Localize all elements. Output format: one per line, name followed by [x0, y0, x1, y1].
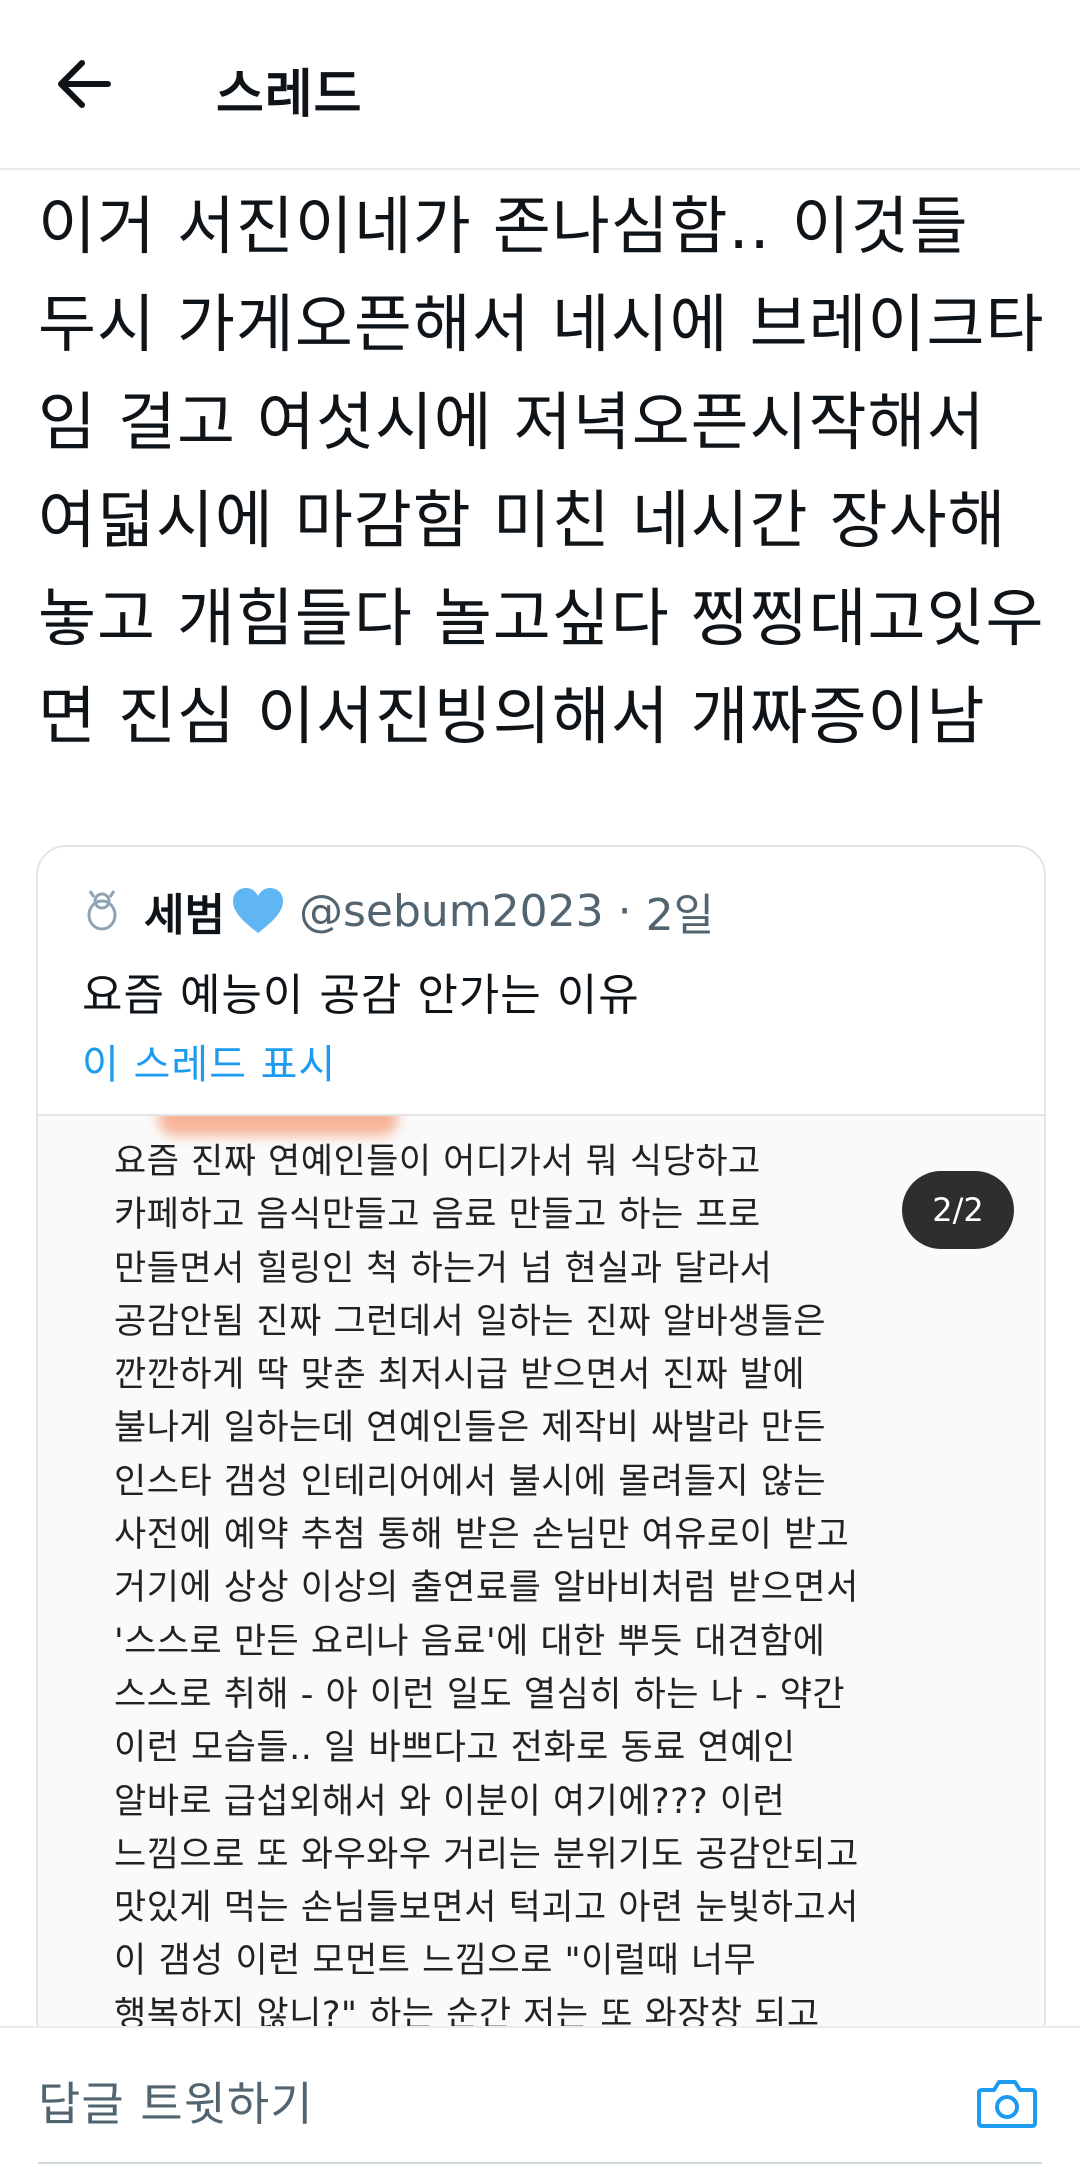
quoted-tweet-header: 세범 @sebum2023 · 2일 — [82, 881, 714, 941]
show-thread-link[interactable]: 이 스레드 표시 — [82, 1032, 336, 1090]
blue-heart-icon — [231, 887, 285, 935]
quoted-tweet[interactable]: 세범 @sebum2023 · 2일 요즘 예능이 공감 안가는 이유 이 스레… — [36, 845, 1046, 2049]
reply-input[interactable]: 답글 트윗하기 — [38, 2068, 314, 2134]
back-button[interactable] — [44, 44, 124, 124]
reply-underline — [38, 2162, 1042, 2164]
image-text: 요즘 진짜 연예인들이 어디가서 뭐 식당하고 카페하고 음식만들고 음료 만들… — [114, 1142, 859, 2035]
arrow-left-icon — [58, 60, 111, 108]
quoted-author-name[interactable]: 세범 — [144, 879, 225, 943]
top-bar: 스레드 — [0, 0, 1080, 170]
camera-icon — [977, 2080, 1037, 2128]
image-counter-badge: 2/2 — [902, 1171, 1014, 1249]
image-decoration — [158, 1116, 398, 1136]
avatar[interactable] — [82, 889, 122, 933]
separator-dot: · — [617, 885, 632, 937]
tweet-text: 이거 서진이네가 존나심함.. 이것들 두시 가게오픈해서 네시에 브레이크타임… — [38, 190, 1045, 753]
quoted-tweet-text: 요즘 예능이 공감 안가는 이유 — [82, 970, 640, 1021]
reply-bar: 답글 트윗하기 — [0, 2026, 1080, 2179]
quoted-timestamp: 2일 — [645, 890, 715, 941]
quoted-tweet-image[interactable]: 요즘 진짜 연예인들이 어디가서 뭐 식당하고 카페하고 음식만들고 음료 만들… — [38, 1114, 1044, 2047]
page-title: 스레드 — [216, 65, 363, 125]
avatar-image — [87, 890, 117, 931]
quoted-author-handle[interactable]: @sebum2023 — [299, 886, 604, 937]
thread-screen: 스레드 이거 서진이네가 존나심함.. 이것들 두시 가게오픈해서 네시에 브레… — [0, 0, 1080, 2179]
camera-button[interactable] — [972, 2068, 1042, 2138]
